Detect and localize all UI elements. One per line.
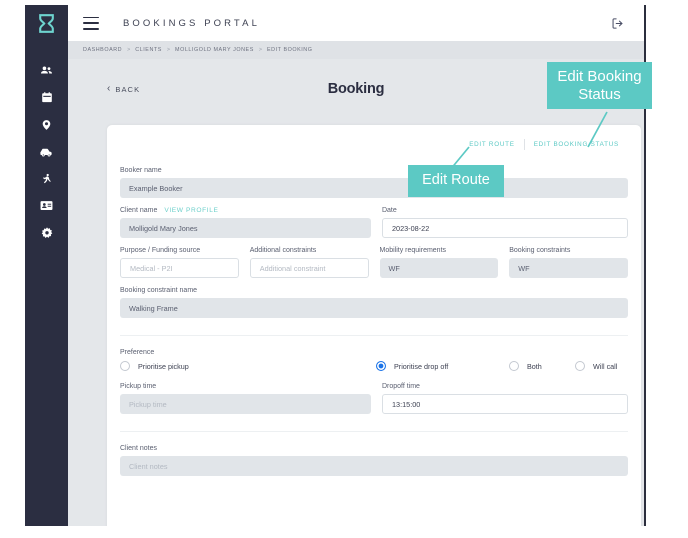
field-dropoff-time: Dropoff time 13:15:00 bbox=[381, 383, 628, 414]
callout-edit-route: Edit Route bbox=[408, 165, 504, 197]
top-header-bar: BOOKINGS PORTAL bbox=[68, 5, 644, 41]
mobility-requirements-input[interactable]: WF bbox=[379, 258, 499, 278]
booking-constraint-name-label: Booking constraint name bbox=[120, 287, 198, 294]
field-date: Date 2023-08-22 bbox=[381, 207, 628, 238]
booking-constraint-name-input[interactable]: Walking Frame bbox=[120, 298, 628, 318]
breadcrumb-item-dashboard[interactable]: DASHBOARD bbox=[83, 47, 122, 53]
client-name-label: Client name bbox=[120, 207, 158, 214]
field-booking-constraints: Booking constraints WF bbox=[509, 247, 628, 278]
breadcrumb-item-client[interactable]: MOLLIGOLD MARY JONES bbox=[175, 47, 254, 53]
breadcrumb-separator: > bbox=[166, 47, 171, 53]
sidebar-item-activity[interactable] bbox=[25, 165, 68, 192]
preference-radio-group: Prioritise pickup Prioritise drop off Bo… bbox=[120, 361, 628, 371]
breadcrumb-item-current: EDIT BOOKING bbox=[267, 47, 313, 53]
field-pickup-time: Pickup time Pickup time bbox=[120, 383, 371, 414]
breadcrumb-item-clients[interactable]: CLIENTS bbox=[135, 47, 162, 53]
vehicle-icon bbox=[39, 148, 52, 156]
radio-prioritise-dropoff[interactable]: Prioritise drop off bbox=[376, 361, 509, 371]
booking-card: EDIT ROUTE EDIT BOOKING STATUS Booker na… bbox=[107, 125, 641, 526]
screenshot-root: BOOKINGS PORTAL DASHBOARD > CLIENTS > MO… bbox=[0, 0, 688, 538]
sidebar-item-settings[interactable] bbox=[25, 219, 68, 246]
date-label: Date bbox=[381, 207, 397, 214]
radio-circle-icon bbox=[575, 361, 585, 371]
id-card-icon bbox=[40, 201, 53, 210]
logout-button[interactable] bbox=[611, 17, 624, 30]
pickup-time-input[interactable]: Pickup time bbox=[120, 394, 371, 414]
field-purpose: Purpose / Funding source Medical - P2I bbox=[120, 247, 239, 278]
edit-route-link[interactable]: EDIT ROUTE bbox=[460, 141, 524, 148]
page-content: ‹ BACK Booking EDIT ROUTE EDIT BOOKING S… bbox=[68, 59, 644, 526]
radio-both[interactable]: Both bbox=[509, 361, 575, 371]
client-name-label-row: Client name VIEW PROFILE bbox=[120, 207, 371, 214]
field-booking-constraint-name: Booking constraint name Walking Frame bbox=[120, 287, 628, 318]
field-preference: Preference Prioritise pickup Prioritise … bbox=[120, 349, 628, 371]
radio-prioritise-pickup[interactable]: Prioritise pickup bbox=[120, 361, 376, 371]
section-divider-2 bbox=[120, 431, 628, 432]
breadcrumb-separator: > bbox=[258, 47, 263, 53]
field-client-name: Client name VIEW PROFILE Molligold Mary … bbox=[120, 207, 371, 238]
dropoff-time-label: Dropoff time bbox=[381, 383, 420, 390]
radio-label: Prioritise pickup bbox=[138, 361, 189, 371]
radio-label: Prioritise drop off bbox=[394, 361, 449, 371]
card-action-links: EDIT ROUTE EDIT BOOKING STATUS bbox=[460, 139, 628, 150]
breadcrumb: DASHBOARD > CLIENTS > MOLLIGOLD MARY JON… bbox=[68, 41, 644, 59]
section-divider bbox=[120, 335, 628, 336]
row-times: Pickup time Pickup time Dropoff time 13:… bbox=[120, 383, 628, 414]
hourglass-logo-icon bbox=[39, 13, 54, 33]
calendar-icon bbox=[41, 92, 52, 103]
row-client-date: Client name VIEW PROFILE Molligold Mary … bbox=[120, 207, 628, 238]
gear-icon bbox=[41, 226, 52, 238]
date-input[interactable]: 2023-08-22 bbox=[381, 218, 628, 238]
client-name-input[interactable]: Molligold Mary Jones bbox=[120, 218, 371, 238]
booking-form: Booker name Example Booker Client name V… bbox=[107, 167, 641, 476]
preference-label: Preference bbox=[120, 349, 155, 356]
radio-label: Both bbox=[527, 361, 542, 371]
pickup-time-label: Pickup time bbox=[120, 383, 157, 390]
dropoff-time-input[interactable]: 13:15:00 bbox=[381, 394, 628, 414]
sidebar-item-bookings[interactable] bbox=[25, 84, 68, 111]
field-mobility-requirements: Mobility requirements WF bbox=[379, 247, 499, 278]
radio-label: Will call bbox=[593, 361, 618, 371]
booker-name-label: Booker name bbox=[120, 167, 162, 174]
field-additional-constraints: Additional constraints Additional constr… bbox=[249, 247, 369, 278]
radio-circle-icon bbox=[509, 361, 519, 371]
field-client-notes: Client notes Client notes bbox=[120, 445, 628, 476]
sidebar-nav bbox=[25, 57, 68, 246]
hamburger-menu-icon[interactable] bbox=[83, 16, 99, 30]
mobility-requirements-label: Mobility requirements bbox=[379, 247, 447, 254]
purpose-input[interactable]: Medical - P2I bbox=[120, 258, 239, 278]
booking-constraints-input[interactable]: WF bbox=[509, 258, 628, 278]
sidebar-item-clients[interactable] bbox=[25, 57, 68, 84]
callout-edit-booking-status: Edit Booking Status bbox=[547, 62, 652, 109]
app-logo[interactable] bbox=[25, 5, 68, 41]
purpose-label: Purpose / Funding source bbox=[120, 247, 201, 254]
field-booker-name: Booker name Example Booker bbox=[120, 167, 628, 198]
radio-circle-icon bbox=[120, 361, 130, 371]
view-profile-link[interactable]: VIEW PROFILE bbox=[164, 207, 218, 214]
portal-title: BOOKINGS PORTAL bbox=[123, 17, 260, 29]
logout-icon bbox=[612, 17, 623, 29]
client-notes-input[interactable]: Client notes bbox=[120, 456, 628, 476]
breadcrumb-separator: > bbox=[127, 47, 131, 53]
sidebar-item-locations[interactable] bbox=[25, 111, 68, 138]
location-pin-icon bbox=[42, 119, 51, 130]
client-notes-label: Client notes bbox=[120, 445, 157, 452]
additional-constraints-label: Additional constraints bbox=[249, 247, 317, 254]
sidebar bbox=[25, 5, 68, 526]
users-icon bbox=[40, 66, 53, 74]
runner-icon bbox=[43, 173, 51, 183]
additional-constraints-input[interactable]: Additional constraint bbox=[249, 258, 369, 278]
radio-will-call[interactable]: Will call bbox=[575, 361, 617, 371]
sidebar-item-vehicles[interactable] bbox=[25, 138, 68, 165]
row-constraints: Purpose / Funding source Medical - P2I A… bbox=[120, 247, 628, 278]
booking-constraints-label: Booking constraints bbox=[509, 247, 571, 254]
edit-booking-status-link[interactable]: EDIT BOOKING STATUS bbox=[525, 141, 628, 148]
radio-circle-selected-icon bbox=[376, 361, 386, 371]
booker-name-input[interactable]: Example Booker bbox=[120, 178, 628, 198]
sidebar-item-drivers[interactable] bbox=[25, 192, 68, 219]
